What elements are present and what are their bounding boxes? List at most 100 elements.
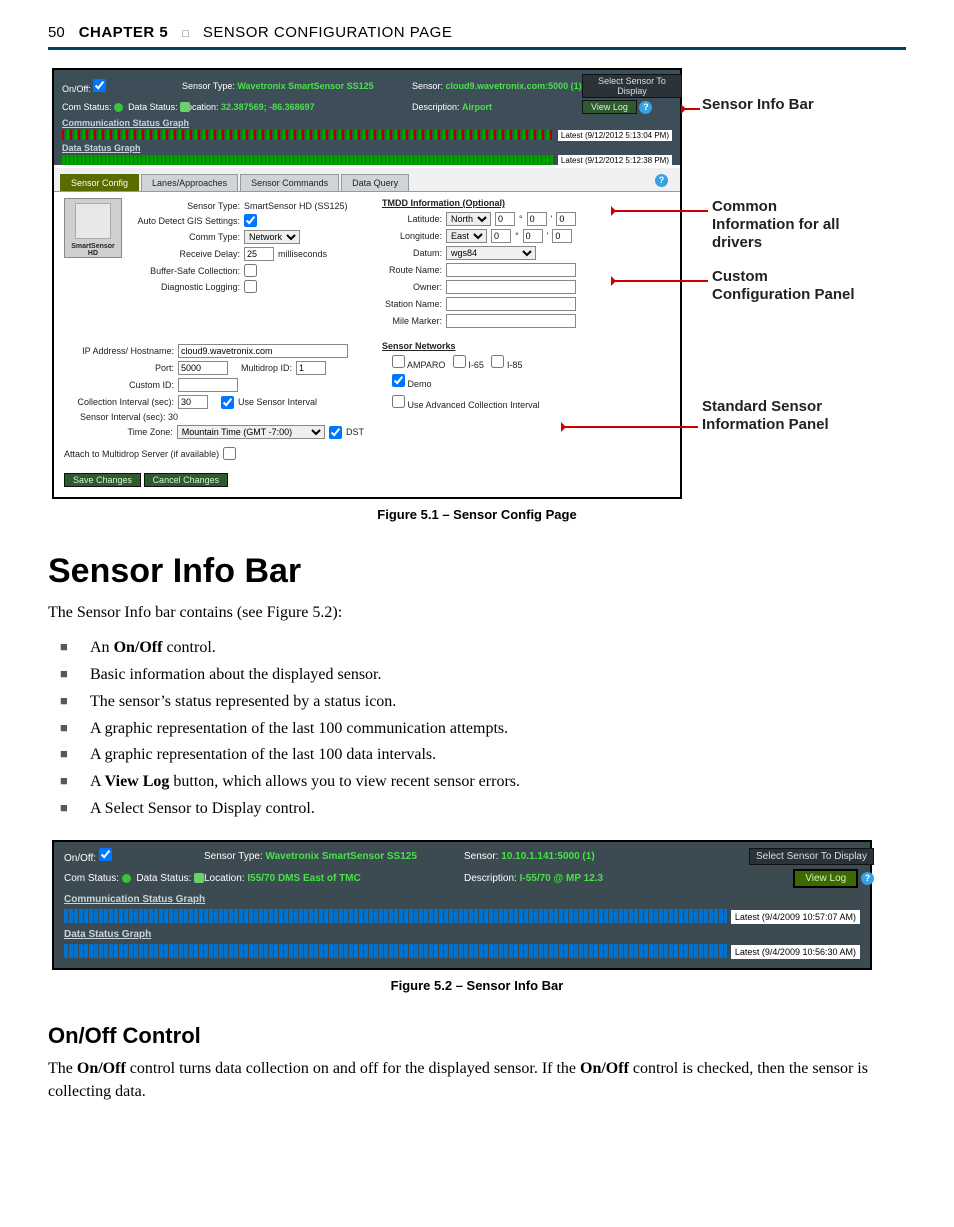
onoff-control[interactable]: On/Off: — [62, 79, 182, 94]
comm-type-select[interactable]: Network — [244, 230, 300, 244]
list-item: An On/Off control. — [48, 636, 906, 661]
lon-min-input[interactable] — [523, 229, 543, 243]
page-number: 50 — [48, 24, 65, 41]
comm-graph-timestamp: Latest (9/12/2012 5:13:04 PM) — [558, 130, 672, 141]
select-sensor-button[interactable]: Select Sensor To Display — [582, 74, 682, 98]
mile-input[interactable] — [446, 314, 576, 328]
list-item: The sensor’s status represented by a sta… — [48, 690, 906, 715]
list-item: A graphic representation of the last 100… — [48, 717, 906, 742]
tab-query[interactable]: Data Query — [341, 174, 409, 191]
comm-status-graph: Latest (9/12/2012 5:13:04 PM) — [62, 130, 672, 140]
tab-lanes[interactable]: Lanes/Approaches — [141, 174, 238, 191]
collection-interval-input[interactable] — [178, 395, 208, 409]
sensor-address: Sensor: 10.10.1.141:5000 (1) — [464, 851, 694, 862]
sensor-info-bar-panel: On/Off: Sensor Type: Wavetronix SmartSen… — [52, 840, 872, 970]
arrow-icon — [562, 426, 698, 428]
onoff-checkbox[interactable] — [93, 79, 106, 92]
lat-min-input[interactable] — [527, 212, 547, 226]
network-i85-checkbox[interactable] — [491, 355, 504, 368]
lon-deg-input[interactable] — [491, 229, 511, 243]
network-demo-checkbox[interactable] — [392, 374, 405, 387]
data-status-icon — [194, 873, 204, 883]
chapter-label: CHAPTER 5 — [79, 24, 169, 41]
advanced-collection-checkbox[interactable] — [392, 395, 405, 408]
list-item: A View Log button, which allows you to v… — [48, 770, 906, 795]
comm-graph-label: Communication Status Graph — [62, 118, 672, 128]
location: Location: I55/70 DMS East of TMC — [204, 873, 464, 884]
status-graphs: Communication Status Graph Latest (9/12/… — [54, 116, 680, 165]
location: Location: 32.387569; -86.368697 — [182, 102, 412, 112]
callout-common-info: Common Information for all drivers — [712, 198, 862, 252]
callout-custom-config: Custom Configuration Panel — [712, 268, 862, 304]
sensor-networks-title: Sensor Networks — [382, 341, 670, 351]
select-sensor-button[interactable]: Select Sensor To Display — [749, 848, 874, 865]
lon-dir-select[interactable]: East — [446, 229, 487, 243]
route-input[interactable] — [446, 263, 576, 277]
lat-dir-select[interactable]: North — [446, 212, 491, 226]
use-sensor-interval-checkbox[interactable] — [221, 396, 234, 409]
com-data-status: Com Status: Data Status: — [62, 102, 182, 113]
list-item: A graphic representation of the last 100… — [48, 743, 906, 768]
cancel-button[interactable]: Cancel Changes — [144, 473, 229, 487]
help-icon[interactable]: ? — [655, 174, 668, 187]
data-graph-label: Data Status Graph — [64, 929, 860, 940]
data-graph-timestamp: Latest (9/12/2012 5:12:38 PM) — [558, 155, 672, 166]
comm-graph-label: Communication Status Graph — [64, 894, 860, 905]
running-header: 50 CHAPTER 5 □ SENSOR CONFIGURATION PAGE — [48, 24, 906, 41]
lat-deg-input[interactable] — [495, 212, 515, 226]
section-heading-onoff: On/Off Control — [48, 1023, 906, 1049]
help-icon[interactable]: ? — [639, 101, 652, 114]
port-input[interactable] — [178, 361, 228, 375]
info-bar-feature-list: An On/Off control. Basic information abo… — [48, 636, 906, 822]
receive-delay-input[interactable] — [244, 247, 274, 261]
multidrop-input[interactable] — [296, 361, 326, 375]
sensor-address: Sensor: cloud9.wavetronix.com:5000 (1) — [412, 81, 582, 91]
lat-sec-input[interactable] — [556, 212, 576, 226]
onoff-control[interactable]: On/Off: — [64, 848, 204, 864]
owner-input[interactable] — [446, 280, 576, 294]
dst-checkbox[interactable] — [329, 426, 342, 439]
attach-multidrop-checkbox[interactable] — [223, 447, 236, 460]
view-log-button[interactable]: View Log — [582, 100, 637, 114]
view-log-button[interactable]: View Log — [793, 869, 858, 888]
tmdd-title: TMDD Information (Optional) — [382, 198, 670, 208]
tab-commands[interactable]: Sensor Commands — [240, 174, 339, 191]
com-status-icon — [122, 874, 131, 883]
save-button[interactable]: Save Changes — [64, 473, 141, 487]
datum-select[interactable]: wgs84 — [446, 246, 536, 260]
tmdd-panel: TMDD Information (Optional) Latitude:Nor… — [382, 198, 670, 331]
data-status-graph — [64, 944, 727, 958]
arrow-icon — [612, 210, 708, 212]
comm-graph-timestamp: Latest (9/4/2009 10:57:07 AM) — [731, 910, 860, 924]
diagnostic-checkbox[interactable] — [244, 280, 257, 293]
network-amparo-checkbox[interactable] — [392, 355, 405, 368]
com-status-icon — [114, 103, 123, 112]
station-input[interactable] — [446, 297, 576, 311]
arrow-icon — [612, 280, 708, 282]
figure-5-1-caption: Figure 5.1 – Sensor Config Page — [48, 507, 906, 522]
buffer-safe-checkbox[interactable] — [244, 264, 257, 277]
timezone-select[interactable]: Mountain Time (GMT -7:00) — [177, 425, 325, 439]
standard-info-panel: IP Address/ Hostname: Port: Multidrop ID… — [64, 341, 364, 463]
callout-sensor-info-bar: Sensor Info Bar — [702, 96, 814, 114]
intro-paragraph: The Sensor Info bar contains (see Figure… — [48, 601, 906, 624]
figure-5-2: On/Off: Sensor Type: Wavetronix SmartSen… — [48, 840, 906, 970]
sensor-config-panel: On/Off: Sensor Type: Wavetronix SmartSen… — [52, 68, 682, 499]
data-status-icon — [180, 102, 190, 112]
header-square-icon: □ — [182, 28, 189, 40]
data-graph-timestamp: Latest (9/4/2009 10:56:30 AM) — [731, 945, 860, 959]
onoff-checkbox[interactable] — [99, 848, 112, 861]
driver-common-panel: SmartSensor HD Sensor Type:SmartSensor H… — [64, 198, 364, 331]
lon-sec-input[interactable] — [552, 229, 572, 243]
ip-input[interactable] — [178, 344, 348, 358]
network-i65-checkbox[interactable] — [453, 355, 466, 368]
sensor-interval-readout: Sensor Interval (sec): 30 — [80, 412, 178, 422]
section-heading-sensor-info-bar: Sensor Info Bar — [48, 552, 906, 591]
auto-detect-checkbox[interactable] — [244, 214, 257, 227]
figure-5-2-caption: Figure 5.2 – Sensor Info Bar — [48, 978, 906, 993]
data-graph-label: Data Status Graph — [62, 143, 672, 153]
custom-id-input[interactable] — [178, 378, 238, 392]
help-icon[interactable]: ? — [861, 872, 874, 885]
onoff-paragraph: The On/Off control turns data collection… — [48, 1057, 906, 1103]
tab-sensor-config[interactable]: Sensor Config — [60, 174, 139, 191]
